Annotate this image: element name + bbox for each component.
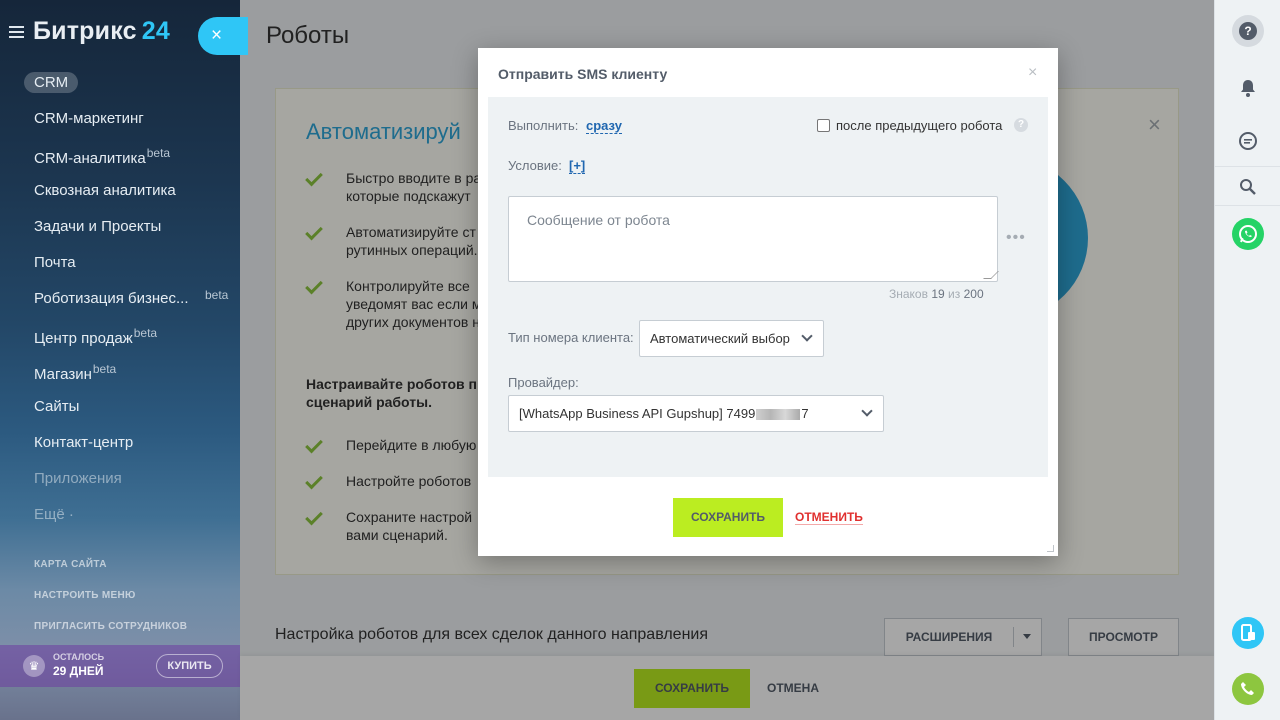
close-icon: × [211,25,223,46]
sidebar-item-label: Ещё · [34,506,74,523]
beta-badge: beta [205,288,229,302]
counter-label: Знаков [889,287,928,301]
after-previous-checkbox[interactable] [817,119,830,132]
send-sms-dialog: Отправить SMS клиенту × Выполнить: сразу… [478,48,1058,556]
help-glyph: ? [1239,22,1257,40]
logo-number: 24 [141,17,170,45]
number-type-value: Автоматический выбор [650,331,790,346]
sidebar-item-store[interactable]: Магазинbeta [34,362,116,383]
beta-badge: beta [146,146,171,160]
counter-of: из [948,287,961,301]
buy-button[interactable]: КУПИТЬ [156,654,223,678]
sidebar-item-label: Контакт-центр [34,434,134,451]
more-dots-icon[interactable]: ••• [1006,229,1026,247]
logo[interactable]: Битрикс 24 [33,17,170,46]
add-condition-link[interactable]: [+] [569,158,586,174]
device-icon[interactable] [1232,617,1264,649]
sidebar-item-end-to-end-analytics[interactable]: Сквозная аналитика [34,182,176,199]
divider [1215,205,1280,206]
sidebar-item-more[interactable]: Ещё · [34,506,74,523]
sidebar-item-label: Приложения [34,470,122,487]
after-previous-label[interactable]: после предыдущего робота [836,118,1002,133]
provider-suffix: 7 [801,406,809,421]
sidebar-item-crm-analytics[interactable]: CRM-аналитикаbeta [34,146,170,167]
invite-employees-link[interactable]: ПРИГЛАСИТЬ СОТРУДНИКОВ [34,621,187,632]
provider-prefix: [WhatsApp Business API Gupshup] 7499 [519,406,756,421]
chevron-down-icon [801,330,813,342]
divider [1215,166,1280,167]
beta-badge: beta [92,362,117,376]
message-text: Сообщение от робота [527,212,670,228]
sidebar-item-label: Магазин [34,366,92,383]
sitemap-link[interactable]: КАРТА САЙТА [34,559,107,570]
sidebar-item-label: Центр продаж [34,330,133,347]
sidebar-item-label: CRM-маркетинг [34,110,144,127]
char-counter: Знаков 19 из 200 [889,287,984,301]
sidebar-item-crm[interactable]: CRM [24,72,79,93]
number-type-select[interactable]: Автоматический выбор [639,320,824,357]
condition-label: Условие: [508,158,562,173]
sidebar-item-label: Сквозная аналитика [34,182,176,199]
trial-remaining-label: ОСТАЛОСЬ [53,652,105,662]
provider-value: [WhatsApp Business API Gupshup] 7499 7 [519,396,809,431]
number-type-label: Тип номера клиента: [508,330,634,345]
sidebar-item-crm-marketing[interactable]: CRM-маркетинг [34,110,144,127]
help-icon[interactable]: ? [1232,15,1264,47]
provider-label: Провайдер: [508,375,579,390]
close-icon[interactable]: × [1028,64,1037,82]
sidebar-item-label: Задачи и Проекты [34,218,162,235]
sidebar-item-sites[interactable]: Сайты [34,398,79,415]
crown-icon: ♛ [23,655,45,677]
menu-burger-icon[interactable] [9,26,24,38]
sidebar-item-label: CRM-аналитика [34,150,146,167]
search-icon[interactable] [1232,171,1264,203]
sidebar-item-robotization[interactable]: Роботизация бизнес... [34,290,189,307]
redacted-digits [756,409,801,421]
dialog-body: Выполнить: сразу после предыдущего робот… [488,97,1048,477]
execute-label: Выполнить: [508,118,579,133]
sidebar-item-label: CRM [34,74,69,91]
configure-menu-link[interactable]: НАСТРОИТЬ МЕНЮ [34,590,136,601]
beta-badge: beta [133,326,158,340]
chevron-down-icon [861,405,873,417]
logo-text: Битрикс [33,17,137,45]
sidebar-item-sales-center[interactable]: Центр продажbeta [34,326,157,347]
counter-value: 19 [931,287,945,301]
sidebar-item-tasks[interactable]: Задачи и Проекты [34,218,161,235]
trial-bar: ♛ ОСТАЛОСЬ 29 ДНЕЙ КУПИТЬ [0,645,240,687]
dialog-cancel-button[interactable]: ОТМЕНИТЬ [795,510,863,525]
sidebar-item-applications[interactable]: Приложения [34,470,122,487]
execute-timing-link[interactable]: сразу [586,118,622,134]
chat-icon[interactable] [1232,125,1264,157]
dialog-title: Отправить SMS клиенту [498,66,668,82]
left-sidebar: Битрикс 24 CRM CRM-маркетинг CRM-аналитик… [0,0,240,720]
sidebar-item-contact-center[interactable]: Контакт-центр [34,434,133,451]
right-sidebar: ? [1214,0,1280,720]
trial-days: 29 ДНЕЙ [53,664,104,678]
message-textarea[interactable]: Сообщение от робота [508,196,999,282]
counter-max: 200 [963,287,984,301]
bell-icon[interactable] [1232,72,1264,104]
sidebar-item-label: Роботизация бизнес... [34,290,189,307]
sidebar-item-label: Сайты [34,398,80,415]
help-icon[interactable]: ? [1014,118,1028,132]
whatsapp-icon[interactable] [1232,218,1264,250]
dialog-save-button[interactable]: СОХРАНИТЬ [673,498,783,537]
dialog-resize-handle[interactable] [1047,545,1054,552]
sidebar-item-mail[interactable]: Почта [34,254,76,271]
resize-handle[interactable] [983,271,999,279]
provider-select[interactable]: [WhatsApp Business API Gupshup] 7499 7 [508,395,884,432]
sidebar-item-label: Почта [34,254,76,271]
close-slider-button[interactable]: × [198,17,248,55]
phone-icon[interactable] [1232,673,1264,705]
